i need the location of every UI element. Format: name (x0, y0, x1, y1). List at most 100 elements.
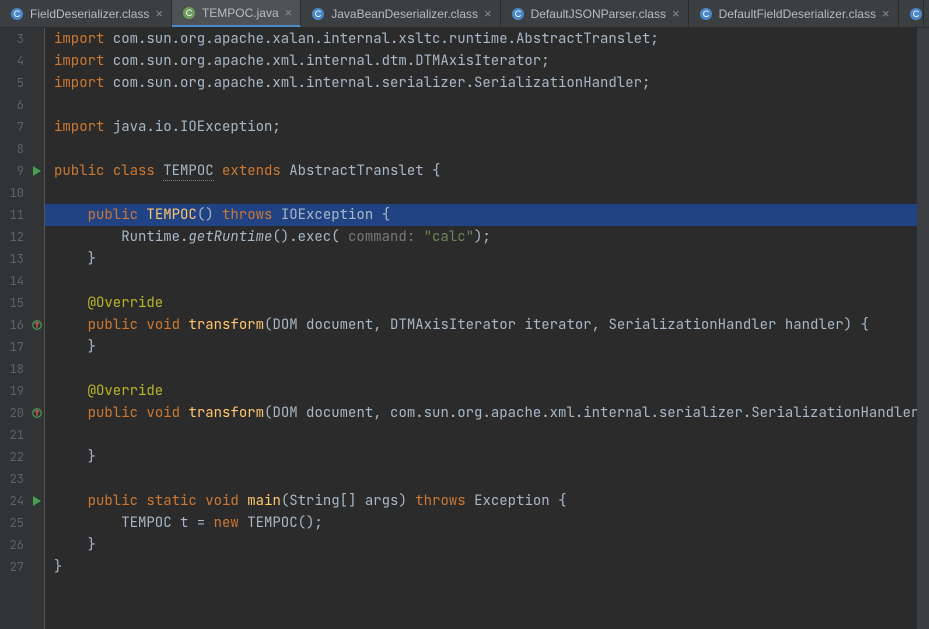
code-line[interactable] (54, 94, 929, 116)
gutter-line[interactable]: 18 (0, 358, 44, 380)
line-number: 22 (10, 449, 24, 465)
code-line[interactable]: public TEMPOC() throws IOException { (45, 204, 929, 226)
line-number: 27 (10, 559, 24, 575)
line-number: 26 (10, 537, 24, 553)
code-line[interactable] (54, 270, 929, 292)
line-number: 3 (17, 31, 24, 47)
line-number: 17 (10, 339, 24, 355)
line-number: 5 (17, 75, 24, 91)
code-line[interactable] (54, 424, 929, 446)
gutter-line[interactable]: 25 (0, 512, 44, 534)
line-number: 19 (10, 383, 24, 399)
code-line[interactable]: @Override (54, 380, 929, 402)
gutter-line[interactable]: 23 (0, 468, 44, 490)
code-line[interactable]: public void transform(DOM document, com.… (54, 402, 929, 424)
gutter-line[interactable]: 13 (0, 248, 44, 270)
tab-overflow[interactable]: C (899, 0, 924, 27)
override-gutter-icon[interactable] (32, 408, 42, 418)
tab-label: JavaBeanDeserializer.class (331, 7, 478, 21)
gutter-line[interactable]: 20 (0, 402, 44, 424)
close-icon[interactable]: × (882, 7, 890, 20)
gutter-line[interactable]: 4 (0, 50, 44, 72)
gutter-line[interactable]: 12 (0, 226, 44, 248)
tab-javabeandeserializer-class[interactable]: C JavaBeanDeserializer.class × (301, 0, 500, 27)
gutter-line[interactable]: 19 (0, 380, 44, 402)
line-number: 14 (10, 273, 24, 289)
gutter-line[interactable]: 21 (0, 424, 44, 446)
code-line[interactable]: import com.sun.org.apache.xalan.internal… (54, 28, 929, 50)
tab-label: DefaultJSONParser.class (531, 7, 666, 21)
tab-defaultjsonparser-class[interactable]: C DefaultJSONParser.class × (501, 0, 689, 27)
gutter-line[interactable]: 3 (0, 28, 44, 50)
gutter-line[interactable]: 15 (0, 292, 44, 314)
svg-text:C: C (702, 9, 709, 19)
gutter-line[interactable]: 26 (0, 534, 44, 556)
line-number: 7 (17, 119, 24, 135)
class-file-icon: C (10, 7, 24, 21)
gutter-line[interactable]: 6 (0, 94, 44, 116)
code-line[interactable] (54, 468, 929, 490)
line-number: 13 (10, 251, 24, 267)
scroll-stripe[interactable] (917, 28, 929, 629)
gutter-line[interactable]: 14 (0, 270, 44, 292)
gutter-line[interactable]: 27 (0, 556, 44, 578)
line-number: 16 (10, 317, 24, 333)
class-file-icon: C (511, 7, 525, 21)
close-icon[interactable]: × (672, 7, 680, 20)
gutter-line[interactable]: 7 (0, 116, 44, 138)
svg-text:C: C (315, 9, 322, 19)
line-number: 6 (17, 97, 24, 113)
code-line[interactable]: } (54, 534, 929, 556)
close-icon[interactable]: × (285, 6, 293, 19)
override-gutter-icon[interactable] (32, 320, 42, 330)
code-line[interactable]: import com.sun.org.apache.xml.internal.d… (54, 50, 929, 72)
tab-tempoc-java[interactable]: CTEMPOC.java× (172, 0, 301, 27)
code-line[interactable] (54, 138, 929, 160)
svg-text:C: C (514, 9, 521, 19)
run-gutter-icon[interactable] (32, 496, 42, 506)
code-line[interactable]: public static void main(String[] args) t… (54, 490, 929, 512)
line-number: 12 (10, 229, 24, 245)
code-area[interactable]: import com.sun.org.apache.xalan.internal… (45, 28, 929, 629)
editor: 3 4 5 6 7 8 9 1011 12 13 14 15 16 17 18 19 20 21 22 23 24 25 2… (0, 28, 929, 629)
line-number: 20 (10, 405, 24, 421)
code-line[interactable]: } (54, 248, 929, 270)
gutter-line[interactable]: 5 (0, 72, 44, 94)
gutter-line[interactable]: 24 (0, 490, 44, 512)
run-gutter-icon[interactable] (32, 166, 42, 176)
line-number: 25 (10, 515, 24, 531)
tab-label: FieldDeserializer.class (30, 7, 149, 21)
svg-text:C: C (14, 9, 21, 19)
code-line[interactable]: @Override (54, 292, 929, 314)
close-icon[interactable]: × (484, 7, 492, 20)
code-line[interactable]: } (54, 446, 929, 468)
code-line[interactable]: public class TEMPOC extends AbstractTran… (54, 160, 929, 182)
code-line[interactable]: } (54, 556, 929, 578)
line-number: 9 (17, 163, 24, 179)
gutter-line[interactable]: 8 (0, 138, 44, 160)
editor-tabs: CFieldDeserializer.class×CTEMPOC.java×CJ… (0, 0, 929, 28)
tab-fielddeserializer-class[interactable]: C FieldDeserializer.class × (0, 0, 172, 27)
code-line[interactable]: Runtime.getRuntime().exec( command: "cal… (54, 226, 929, 248)
code-line[interactable] (54, 182, 929, 204)
gutter-line[interactable]: 9 (0, 160, 44, 182)
gutter-line[interactable]: 17 (0, 336, 44, 358)
code-line[interactable]: import com.sun.org.apache.xml.internal.s… (54, 72, 929, 94)
code-line[interactable] (54, 358, 929, 380)
gutter-line[interactable]: 22 (0, 446, 44, 468)
line-number: 15 (10, 295, 24, 311)
code-line[interactable]: import java.io.IOException; (54, 116, 929, 138)
close-icon[interactable]: × (155, 7, 163, 20)
line-number: 24 (10, 493, 24, 509)
code-line[interactable]: TEMPOC t = new TEMPOC(); (54, 512, 929, 534)
tab-label: DefaultFieldDeserializer.class (719, 7, 876, 21)
class-file-icon: C (909, 7, 923, 21)
gutter-line[interactable]: 16 (0, 314, 44, 336)
gutter-line[interactable]: 11 (0, 204, 44, 226)
code-line[interactable]: public void transform(DOM document, DTMA… (54, 314, 929, 336)
code-line[interactable]: } (54, 336, 929, 358)
line-number: 4 (17, 53, 24, 69)
tab-defaultfielddeserializer-class[interactable]: C DefaultFieldDeserializer.class × (689, 0, 899, 27)
line-number: 21 (10, 427, 24, 443)
gutter-line[interactable]: 10 (0, 182, 44, 204)
